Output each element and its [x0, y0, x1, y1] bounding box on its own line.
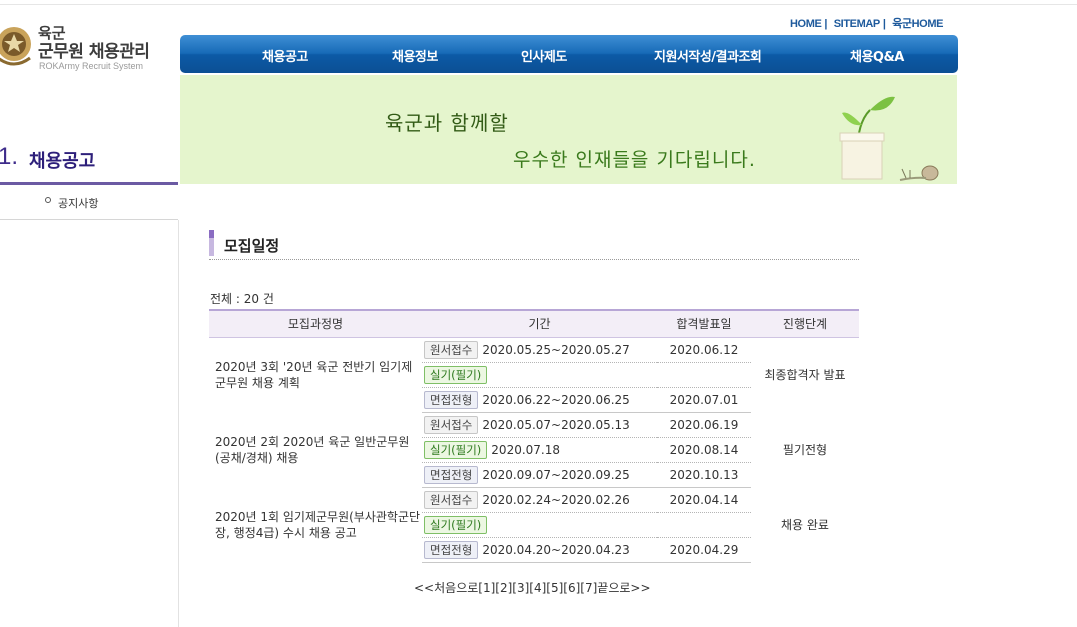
sprout-pot-illustration — [839, 96, 939, 181]
page-link-1[interactable]: [1] — [478, 581, 495, 595]
exam-badge: 실기(필기) — [424, 365, 488, 384]
stage-status: 필기전형 — [782, 443, 828, 457]
first-page-link[interactable]: <<처음으로 — [414, 581, 478, 595]
hero-banner: 육군과 함께할 우수한 인재들을 기다립니다. — [180, 75, 957, 184]
top-divider — [0, 4, 1077, 5]
utility-links: HOME | SITEMAP | 육군HOME — [790, 15, 943, 31]
announce-date — [657, 512, 751, 538]
interview-badge: 면접전형 — [424, 465, 479, 484]
period-cell: 실기(필기) — [422, 362, 657, 388]
period-cell: 원서접수 2020.05.25~2020.05.27 — [422, 337, 657, 363]
nav-application-result[interactable]: 지원서작성/결과조회 — [654, 46, 762, 65]
table-row: 2020년 1회 임기제군무원(부사관학군단장, 행정4급) 수시 채용 공고 … — [209, 487, 859, 540]
interview-badge: 면접전형 — [424, 540, 479, 559]
period-cell: 면접전형 2020.06.22~2020.06.25 — [422, 387, 657, 413]
col-header-program: 모집과정명 — [209, 309, 422, 338]
util-separator: | — [824, 18, 828, 30]
period-cell: 실기(필기) 2020.07.18 — [422, 437, 657, 463]
table-row: 2020년 2회 2020년 육군 일반군무원(공채/경채) 채용 원서접수 20… — [209, 412, 859, 465]
period-cell: 실기(필기) — [422, 512, 657, 538]
announce-date: 2020.08.14 — [657, 437, 751, 463]
application-badge: 원서접수 — [424, 415, 479, 434]
table-row: 2020년 3회 '20년 육군 전반기 임기제군무원 채용 계획 원서접수 20… — [209, 337, 859, 390]
logo-title-line2: 군무원 채용관리 — [38, 42, 150, 62]
title-bar-icon — [209, 230, 214, 256]
page-link-6[interactable]: [6] — [563, 581, 580, 595]
period-cell: 면접전형 2020.04.20~2020.04.23 — [422, 537, 657, 563]
home-link[interactable]: HOME — [790, 18, 822, 30]
col-header-announce: 합격발표일 — [657, 309, 751, 338]
main-navigation: 채용공고 채용정보 인사제도 지원서작성/결과조회 채용Q&A — [180, 35, 958, 73]
page-link-4[interactable]: [4] — [529, 581, 546, 595]
sidebar-number: 1. — [0, 143, 19, 170]
schedule-table: 모집과정명 기간 합격발표일 진행단계 2020년 3회 '20년 육군 전반기… — [209, 309, 859, 563]
period-cell: 원서접수 2020.05.07~2020.05.13 — [422, 412, 657, 438]
period-value: 2020.04.20~2020.04.23 — [482, 542, 630, 557]
sidebar-header: 1. 채용공고 — [0, 141, 178, 185]
table-header-row: 모집과정명 기간 합격발표일 진행단계 — [209, 309, 859, 338]
col-header-period: 기간 — [422, 309, 657, 338]
announce-date: 2020.04.29 — [657, 537, 751, 563]
nav-hr-system[interactable]: 인사제도 — [521, 46, 567, 65]
interview-badge: 면접전형 — [424, 390, 479, 409]
nav-recruit-notice[interactable]: 채용공고 — [262, 46, 308, 65]
application-badge: 원서접수 — [424, 490, 479, 509]
banner-line2: 우수한 인재들을 기다립니다. — [513, 149, 756, 171]
army-emblem-icon — [0, 27, 31, 66]
period-value: 2020.05.07~2020.05.13 — [482, 417, 630, 432]
section-header: 모집일정 — [209, 230, 859, 260]
period-cell: 원서접수 2020.02.24~2020.02.26 — [422, 487, 657, 513]
announce-date: 2020.06.12 — [657, 337, 751, 363]
nav-recruit-info[interactable]: 채용정보 — [392, 46, 438, 65]
total-count: 전체 : 20 건 — [210, 292, 274, 306]
page-title: 모집일정 — [224, 237, 280, 255]
announce-date: 2020.10.13 — [657, 462, 751, 488]
sidebar-divider — [178, 220, 179, 627]
sidebar-item-notice[interactable]: 공지사항 — [0, 185, 178, 220]
exam-badge: 실기(필기) — [424, 515, 488, 534]
period-value: 2020.09.07~2020.09.25 — [482, 467, 630, 482]
banner-line1: 육군과 함께할 — [385, 111, 509, 135]
application-badge: 원서접수 — [424, 340, 479, 359]
period-value: 2020.02.24~2020.02.26 — [482, 492, 630, 507]
sidebar-title: 채용공고 — [29, 151, 96, 172]
stage-status: 채용 완료 — [781, 518, 829, 532]
logo-subtitle: ROKArmy Recruit System — [39, 61, 144, 71]
page-link-3[interactable]: [3] — [512, 581, 529, 595]
program-name[interactable]: 2020년 3회 '20년 육군 전반기 임기제군무원 채용 계획 — [209, 337, 422, 412]
nav-recruit-qna[interactable]: 채용Q&A — [850, 46, 904, 65]
exam-badge: 실기(필기) — [424, 440, 488, 459]
period-value: 2020.06.22~2020.06.25 — [482, 392, 630, 407]
sitemap-link[interactable]: SITEMAP — [834, 18, 880, 30]
page-link-2[interactable]: [2] — [495, 581, 512, 595]
program-name[interactable]: 2020년 2회 2020년 육군 일반군무원(공채/경채) 채용 — [209, 412, 422, 487]
page-link-5[interactable]: [5] — [546, 581, 563, 595]
sidebar-item-label[interactable]: 공지사항 — [58, 195, 98, 211]
announce-date — [657, 362, 751, 388]
army-home-link[interactable]: 육군HOME — [892, 18, 943, 30]
site-logo[interactable]: 육군 군무원 채용관리 ROKArmy Recruit System — [0, 20, 178, 76]
announce-date: 2020.04.14 — [657, 487, 751, 513]
announce-date: 2020.06.19 — [657, 412, 751, 438]
period-value: 2020.05.25~2020.05.27 — [482, 342, 630, 357]
pagination: <<처음으로[1][2][3][4][5][6][7]끝으로>> — [414, 579, 651, 596]
stage-status: 최종합격자 발표 — [764, 368, 846, 383]
util-separator: | — [882, 18, 886, 30]
period-value: 2020.07.18 — [491, 442, 561, 457]
program-name[interactable]: 2020년 1회 임기제군무원(부사관학군단장, 행정4급) 수시 채용 공고 — [209, 487, 422, 562]
page-link-7[interactable]: [7] — [580, 581, 597, 595]
col-header-stage: 진행단계 — [751, 309, 859, 338]
period-cell: 면접전형 2020.09.07~2020.09.25 — [422, 462, 657, 488]
last-page-link[interactable]: 끝으로>> — [597, 581, 650, 595]
announce-date: 2020.07.01 — [657, 387, 751, 413]
circle-bullet-icon — [45, 197, 51, 203]
